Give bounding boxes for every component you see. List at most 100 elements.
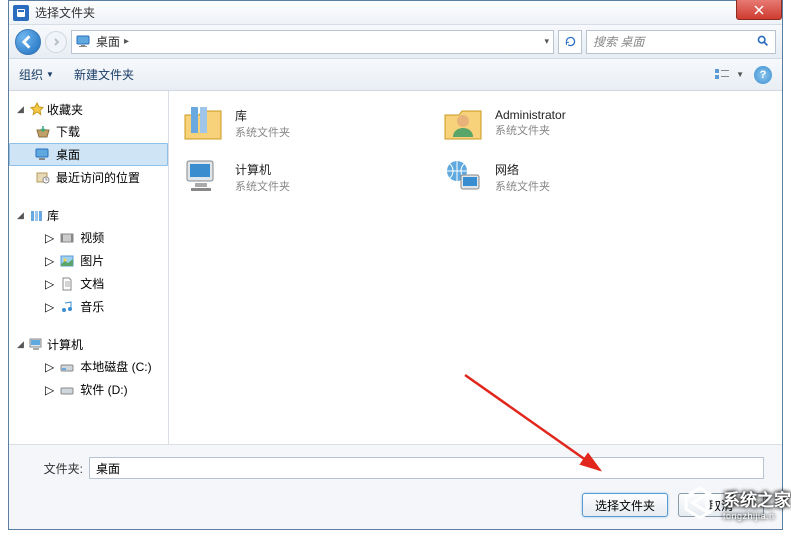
picture-icon <box>59 253 75 269</box>
expand-icon: ▷ <box>45 360 54 374</box>
watermark-logo-icon <box>681 484 719 522</box>
item-subtitle: 系统文件夹 <box>235 124 290 140</box>
tree-group-favorites: ◢ 收藏夹 下载 桌面 最近访问的位置 <box>9 99 168 189</box>
watermark-url: tongzhijia.n <box>723 511 791 521</box>
computer-icon <box>181 155 225 199</box>
disk-icon <box>59 359 75 375</box>
sidebar: ◢ 收藏夹 下载 桌面 最近访问的位置 <box>9 91 169 444</box>
sidebar-item-label: 视频 <box>80 229 104 246</box>
sidebar-item-label: 图片 <box>80 252 104 269</box>
folder-label: 文件夹: <box>27 460 83 477</box>
back-button[interactable] <box>15 29 41 55</box>
chevron-down-icon[interactable]: ▾ <box>544 36 549 47</box>
breadcrumb-location: 桌面 <box>96 33 120 50</box>
footer: 文件夹: 选择文件夹 取消 <box>9 444 782 529</box>
sidebar-item-disk-d[interactable]: ▷ 软件 (D:) <box>31 378 168 401</box>
tree-group-libraries: ◢ 库 ▷视频 ▷图片 ▷文档 ▷音乐 <box>9 205 168 318</box>
sidebar-item-pictures[interactable]: ▷图片 <box>31 249 168 272</box>
sidebar-item-label: 最近访问的位置 <box>56 169 140 186</box>
select-folder-button[interactable]: 选择文件夹 <box>582 493 668 517</box>
collapse-icon: ◢ <box>17 339 27 350</box>
sidebar-item-documents[interactable]: ▷ 文档 <box>31 272 168 295</box>
network-icon <box>441 155 485 199</box>
list-item[interactable]: 计算机系统文件夹 <box>181 155 401 199</box>
button-row: 选择文件夹 取消 <box>27 493 764 517</box>
sidebar-item-label: 文档 <box>80 275 104 292</box>
organize-label: 组织 <box>19 66 43 83</box>
arrow-left-icon <box>21 35 35 49</box>
search-box[interactable]: 搜索 桌面 <box>586 30 776 54</box>
chevron-right-icon: ▸ <box>124 36 129 47</box>
search-icon <box>756 34 769 50</box>
sidebar-item-label: 软件 (D:) <box>80 381 127 398</box>
tree-head-favorites[interactable]: ◢ 收藏夹 <box>9 99 168 120</box>
search-placeholder: 搜索 桌面 <box>593 33 644 50</box>
refresh-icon <box>564 35 577 48</box>
expand-icon: ▷ <box>45 231 54 245</box>
desktop-icon <box>35 147 51 163</box>
sidebar-item-desktop[interactable]: 桌面 <box>9 143 168 166</box>
computer-icon <box>29 337 45 353</box>
tree-group-computer: ◢ 计算机 ▷ 本地磁盘 (C:) ▷ 软件 (D:) <box>9 334 168 401</box>
sidebar-item-downloads[interactable]: 下载 <box>9 120 168 143</box>
collapse-icon: ◢ <box>17 104 27 115</box>
close-icon <box>754 5 764 15</box>
download-icon <box>35 124 51 140</box>
navigation-bar: 桌面 ▸ ▾ 搜索 桌面 <box>9 25 782 59</box>
star-icon <box>29 102 45 118</box>
content-pane[interactable]: 库系统文件夹 Administrator系统文件夹 计算机系统文件夹 网络系统文… <box>169 91 782 444</box>
video-icon <box>59 230 75 246</box>
monitor-icon <box>76 34 92 50</box>
item-name: 计算机 <box>235 161 290 178</box>
disk-icon <box>59 382 75 398</box>
close-button[interactable] <box>736 0 782 20</box>
sidebar-item-recent[interactable]: 最近访问的位置 <box>9 166 168 189</box>
item-subtitle: 系统文件夹 <box>235 178 290 194</box>
collapse-icon: ◢ <box>17 210 27 221</box>
organize-menu[interactable]: 组织▼ <box>19 66 54 83</box>
dialog-window: 选择文件夹 桌面 ▸ ▾ 搜索 桌面 组织▼ 新建文件夹 ▼ ? <box>8 0 783 530</box>
libraries-icon <box>181 101 225 145</box>
watermark-text: 系统之家 <box>723 486 791 511</box>
library-icon <box>29 208 45 224</box>
sidebar-item-music[interactable]: ▷音乐 <box>31 295 168 318</box>
folder-row: 文件夹: <box>27 457 764 479</box>
item-grid: 库系统文件夹 Administrator系统文件夹 计算机系统文件夹 网络系统文… <box>181 101 770 199</box>
watermark: 系统之家 tongzhijia.n <box>681 484 791 522</box>
item-name: 库 <box>235 107 290 124</box>
arrow-right-icon <box>51 37 61 47</box>
folder-name-input[interactable] <box>89 457 764 479</box>
chevron-down-icon: ▼ <box>736 70 744 79</box>
item-name: Administrator <box>495 108 566 122</box>
help-button[interactable]: ? <box>754 66 772 84</box>
expand-icon: ▷ <box>45 277 54 291</box>
tree-head-libraries[interactable]: ◢ 库 <box>9 205 168 226</box>
list-item[interactable]: 网络系统文件夹 <box>441 155 661 199</box>
sidebar-item-videos[interactable]: ▷ 视频 <box>31 226 168 249</box>
forward-button <box>45 31 67 53</box>
item-name: 网络 <box>495 161 550 178</box>
titlebar: 选择文件夹 <box>9 1 782 25</box>
view-options-button[interactable]: ▼ <box>714 68 744 82</box>
list-item[interactable]: 库系统文件夹 <box>181 101 401 145</box>
recent-icon <box>35 170 51 186</box>
item-subtitle: 系统文件夹 <box>495 178 550 194</box>
view-icon <box>714 68 734 82</box>
sidebar-item-label: 本地磁盘 (C:) <box>80 358 151 375</box>
chevron-down-icon: ▼ <box>46 70 54 79</box>
music-icon <box>59 299 75 315</box>
list-item[interactable]: Administrator系统文件夹 <box>441 101 661 145</box>
sidebar-item-disk-c[interactable]: ▷ 本地磁盘 (C:) <box>31 355 168 378</box>
new-folder-button[interactable]: 新建文件夹 <box>74 66 134 83</box>
address-bar[interactable]: 桌面 ▸ ▾ <box>71 30 554 54</box>
document-icon <box>59 276 75 292</box>
favorites-label: 收藏夹 <box>47 101 83 118</box>
toolbar: 组织▼ 新建文件夹 ▼ ? <box>9 59 782 91</box>
expand-icon: ▷ <box>45 300 54 314</box>
refresh-button[interactable] <box>558 30 582 54</box>
expand-icon: ▷ <box>45 383 54 397</box>
sidebar-item-label: 桌面 <box>56 146 80 163</box>
computer-label: 计算机 <box>47 336 83 353</box>
app-icon <box>13 5 29 21</box>
tree-head-computer[interactable]: ◢ 计算机 <box>9 334 168 355</box>
